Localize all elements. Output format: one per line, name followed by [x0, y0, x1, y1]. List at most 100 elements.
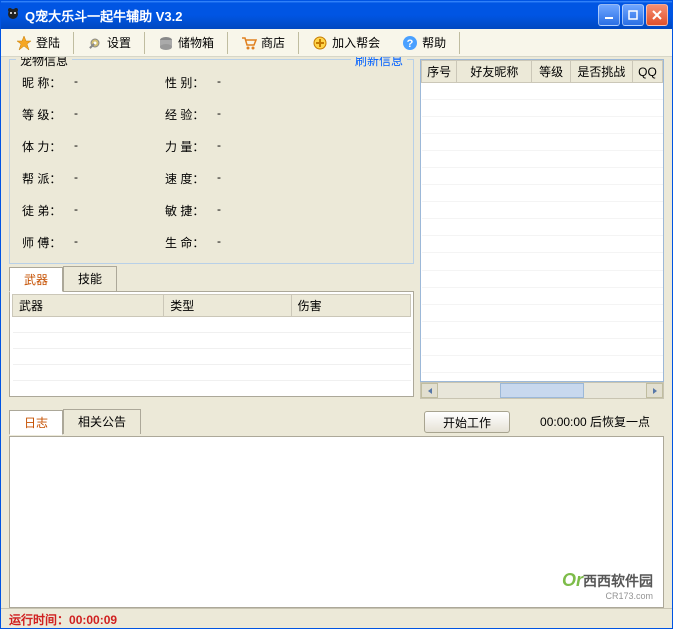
nickname-label: 昵 称： — [22, 74, 74, 91]
pet-info-panel: 宠物信息 刷新信息 昵 称： - 性 别： - 等 级： - 经 验： - 体 … — [9, 59, 414, 264]
scroll-thumb[interactable] — [500, 383, 583, 398]
table-row[interactable] — [422, 287, 663, 304]
plus-icon — [312, 35, 328, 51]
weapon-col-damage[interactable]: 伤害 — [291, 295, 410, 317]
scroll-right-button[interactable] — [646, 383, 663, 398]
table-row[interactable] — [422, 355, 663, 372]
tab-weapon[interactable]: 武器 — [9, 267, 63, 292]
table-row[interactable] — [422, 185, 663, 202]
table-row[interactable] — [422, 202, 663, 219]
table-row[interactable] — [13, 333, 411, 349]
login-label: 登陆 — [36, 34, 60, 51]
table-row[interactable] — [422, 134, 663, 151]
table-row[interactable] — [422, 304, 663, 321]
join-guild-button[interactable]: 加入帮会 — [301, 31, 391, 55]
table-row[interactable] — [422, 151, 663, 168]
maximize-button[interactable] — [622, 4, 644, 26]
recovery-countdown: 00:00:00 后恢复一点 — [540, 413, 650, 430]
table-row[interactable] — [13, 317, 411, 333]
table-row[interactable] — [422, 117, 663, 134]
storage-button[interactable]: 储物箱 — [147, 31, 225, 55]
window-title: Q宠大乐斗一起牛辅助 V3.2 — [25, 6, 598, 25]
login-button[interactable]: 登陆 — [5, 31, 71, 55]
friend-col-nickname[interactable]: 好友昵称 — [457, 61, 532, 83]
statusbar: 运行时间：00:00:09 — [1, 608, 672, 628]
speed-label: 速 度： — [165, 170, 217, 187]
start-work-button[interactable]: 开始工作 — [424, 411, 510, 433]
scroll-left-button[interactable] — [421, 383, 438, 398]
level-value: - — [74, 106, 165, 123]
close-button[interactable] — [646, 4, 668, 26]
help-button[interactable]: ? 帮助 — [391, 31, 457, 55]
equip-tabs: 武器 技能 — [9, 266, 414, 291]
box-icon — [158, 35, 174, 51]
table-row[interactable] — [422, 100, 663, 117]
weapon-col-type[interactable]: 类型 — [164, 295, 291, 317]
titlebar[interactable]: Q宠大乐斗一起牛辅助 V3.2 — [1, 1, 672, 29]
app-window: Q宠大乐斗一起牛辅助 V3.2 登陆 设置 储物箱 商店 加入 — [0, 0, 673, 629]
apprentice-label: 徒 弟： — [22, 202, 74, 219]
minimize-button[interactable] — [598, 4, 620, 26]
agility-value: - — [217, 202, 297, 219]
gender-value: - — [217, 74, 297, 91]
table-row[interactable] — [422, 338, 663, 355]
log-tabs: 日志 相关公告 — [9, 409, 141, 434]
svg-text:?: ? — [407, 38, 414, 50]
weapon-list-panel: 武器 类型 伤害 — [9, 291, 414, 397]
exp-value: - — [217, 106, 297, 123]
agility-label: 敏 捷： — [165, 202, 217, 219]
table-row[interactable] — [422, 253, 663, 270]
app-icon — [5, 7, 21, 23]
friend-col-level[interactable]: 等级 — [532, 61, 571, 83]
guild-label: 帮 派： — [22, 170, 74, 187]
help-label: 帮助 — [422, 34, 446, 51]
tab-log[interactable]: 日志 — [9, 410, 63, 435]
log-panel[interactable]: Or西西软件园 CR173.com — [9, 436, 664, 608]
watermark: Or西西软件园 CR173.com — [562, 570, 653, 601]
separator — [144, 32, 145, 54]
weapon-col-name[interactable]: 武器 — [13, 295, 164, 317]
guild-value: - — [74, 170, 165, 187]
apprentice-value: - — [74, 202, 165, 219]
friend-col-challenge[interactable]: 是否挑战 — [570, 61, 632, 83]
scroll-track[interactable] — [438, 383, 646, 398]
join-guild-label: 加入帮会 — [332, 34, 380, 51]
watermark-url: CR173.com — [562, 591, 653, 601]
settings-label: 设置 — [107, 34, 131, 51]
friend-col-qq[interactable]: QQ — [632, 61, 662, 83]
exp-label: 经 验： — [165, 106, 217, 123]
stamina-label: 体 力： — [22, 138, 74, 155]
refresh-info-link[interactable]: 刷新信息 — [351, 57, 407, 69]
help-icon: ? — [402, 35, 418, 51]
table-row[interactable] — [422, 83, 663, 100]
life-value: - — [217, 234, 297, 251]
watermark-text: 西西软件园 — [583, 573, 653, 589]
separator — [298, 32, 299, 54]
table-row[interactable] — [422, 236, 663, 253]
power-value: - — [217, 138, 297, 155]
runtime-label: 运行时间： — [9, 613, 69, 627]
runtime-value: 00:00:09 — [69, 613, 117, 627]
table-row[interactable] — [422, 321, 663, 338]
toolbar: 登陆 设置 储物箱 商店 加入帮会 ? 帮助 — [1, 29, 672, 57]
weapon-listview[interactable]: 武器 类型 伤害 — [12, 294, 411, 394]
tab-notice[interactable]: 相关公告 — [63, 409, 141, 434]
settings-button[interactable]: 设置 — [76, 31, 142, 55]
watermark-brand: Or — [562, 570, 583, 590]
table-row[interactable] — [422, 219, 663, 236]
horizontal-scrollbar[interactable] — [420, 382, 664, 399]
table-row[interactable] — [13, 349, 411, 365]
shop-button[interactable]: 商店 — [230, 31, 296, 55]
gender-label: 性 别： — [165, 74, 217, 91]
friend-listview[interactable]: 序号 好友昵称 等级 是否挑战 QQ — [420, 59, 664, 382]
friend-col-seq[interactable]: 序号 — [422, 61, 457, 83]
speed-value: - — [217, 170, 297, 187]
tab-skill[interactable]: 技能 — [63, 266, 117, 291]
separator — [73, 32, 74, 54]
shop-label: 商店 — [261, 34, 285, 51]
table-row[interactable] — [422, 270, 663, 287]
table-row[interactable] — [422, 168, 663, 185]
master-value: - — [74, 234, 165, 251]
table-row[interactable] — [13, 365, 411, 381]
separator — [459, 32, 460, 54]
